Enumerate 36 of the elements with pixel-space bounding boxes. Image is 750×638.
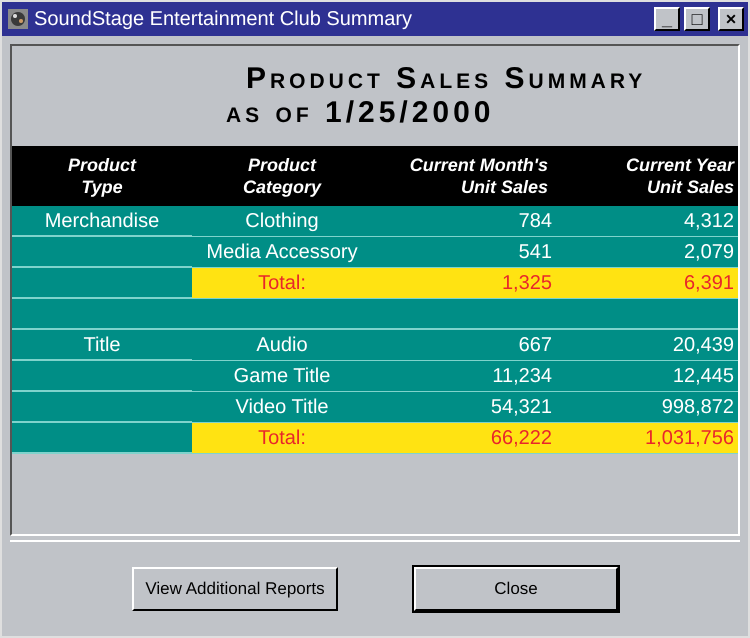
table-cell-text: Game Title <box>232 364 332 389</box>
column-header: Product Category <box>242 154 323 198</box>
table-cell-text: 2,079 <box>682 240 735 265</box>
table-cell-text: 66,222 <box>490 426 552 451</box>
table-cell-text: Total: <box>257 426 307 451</box>
table-cell-text: 4,312 <box>682 209 735 234</box>
window-title: SoundStage Entertainment Club Summary <box>34 7 413 32</box>
column-header: Product Type <box>66 154 138 198</box>
table-cell-text: Clothing <box>244 209 320 234</box>
window-control-button[interactable]: × <box>718 7 744 31</box>
column-header: Current Year Unit Sales <box>624 154 736 198</box>
table-cell-text: 667 <box>518 333 552 358</box>
table-cell-text: Title <box>83 333 121 358</box>
table-cell-text: 11,234 <box>491 364 552 389</box>
column-header: Current Month's Unit Sales <box>408 154 549 198</box>
dialog-button[interactable]: Close <box>414 567 618 611</box>
table-cell-text: 998,872 <box>660 395 735 420</box>
table-cell-text: 1,325 <box>500 271 552 296</box>
report-subtitle: as of 1/25/2000 <box>226 98 496 128</box>
dialog-button[interactable]: View Additional Reports <box>132 567 338 611</box>
table-cell-text: Media Accessory <box>205 240 359 265</box>
table-cell-text: 12,445 <box>672 364 735 389</box>
window-control-button[interactable]: _ <box>654 7 680 31</box>
table-cell-text: Merchandise <box>44 209 160 234</box>
table-cell-text: 20,439 <box>672 333 735 358</box>
table-cell-text: Video Title <box>234 395 330 420</box>
table-cell-text: Audio <box>255 333 309 358</box>
app-icon <box>6 7 30 31</box>
table-cell-text: Total: <box>257 271 307 296</box>
report-title: Product Sales Summary <box>246 64 648 94</box>
table-cell-text: 1,031,756 <box>644 426 735 451</box>
table-cell-text: 6,391 <box>682 271 735 296</box>
table-cell-text: 54,321 <box>490 395 552 420</box>
window-control-button[interactable]: □ <box>684 7 710 31</box>
table-cell-text: 784 <box>518 209 552 234</box>
table-cell-text: 541 <box>518 240 552 265</box>
